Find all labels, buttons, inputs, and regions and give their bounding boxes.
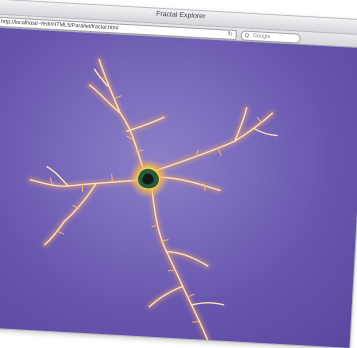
fractal-image <box>27 57 278 343</box>
reload-icon[interactable]: ↻ <box>227 31 232 39</box>
search-icon: Q <box>244 32 250 39</box>
browser-window: Fractal Explorer http://localhost/~fedr/… <box>0 0 357 348</box>
search-placeholder: Google <box>252 33 271 41</box>
fractal-canvas[interactable] <box>0 27 357 348</box>
fractal-core <box>128 158 169 199</box>
filament-glow <box>27 57 275 343</box>
